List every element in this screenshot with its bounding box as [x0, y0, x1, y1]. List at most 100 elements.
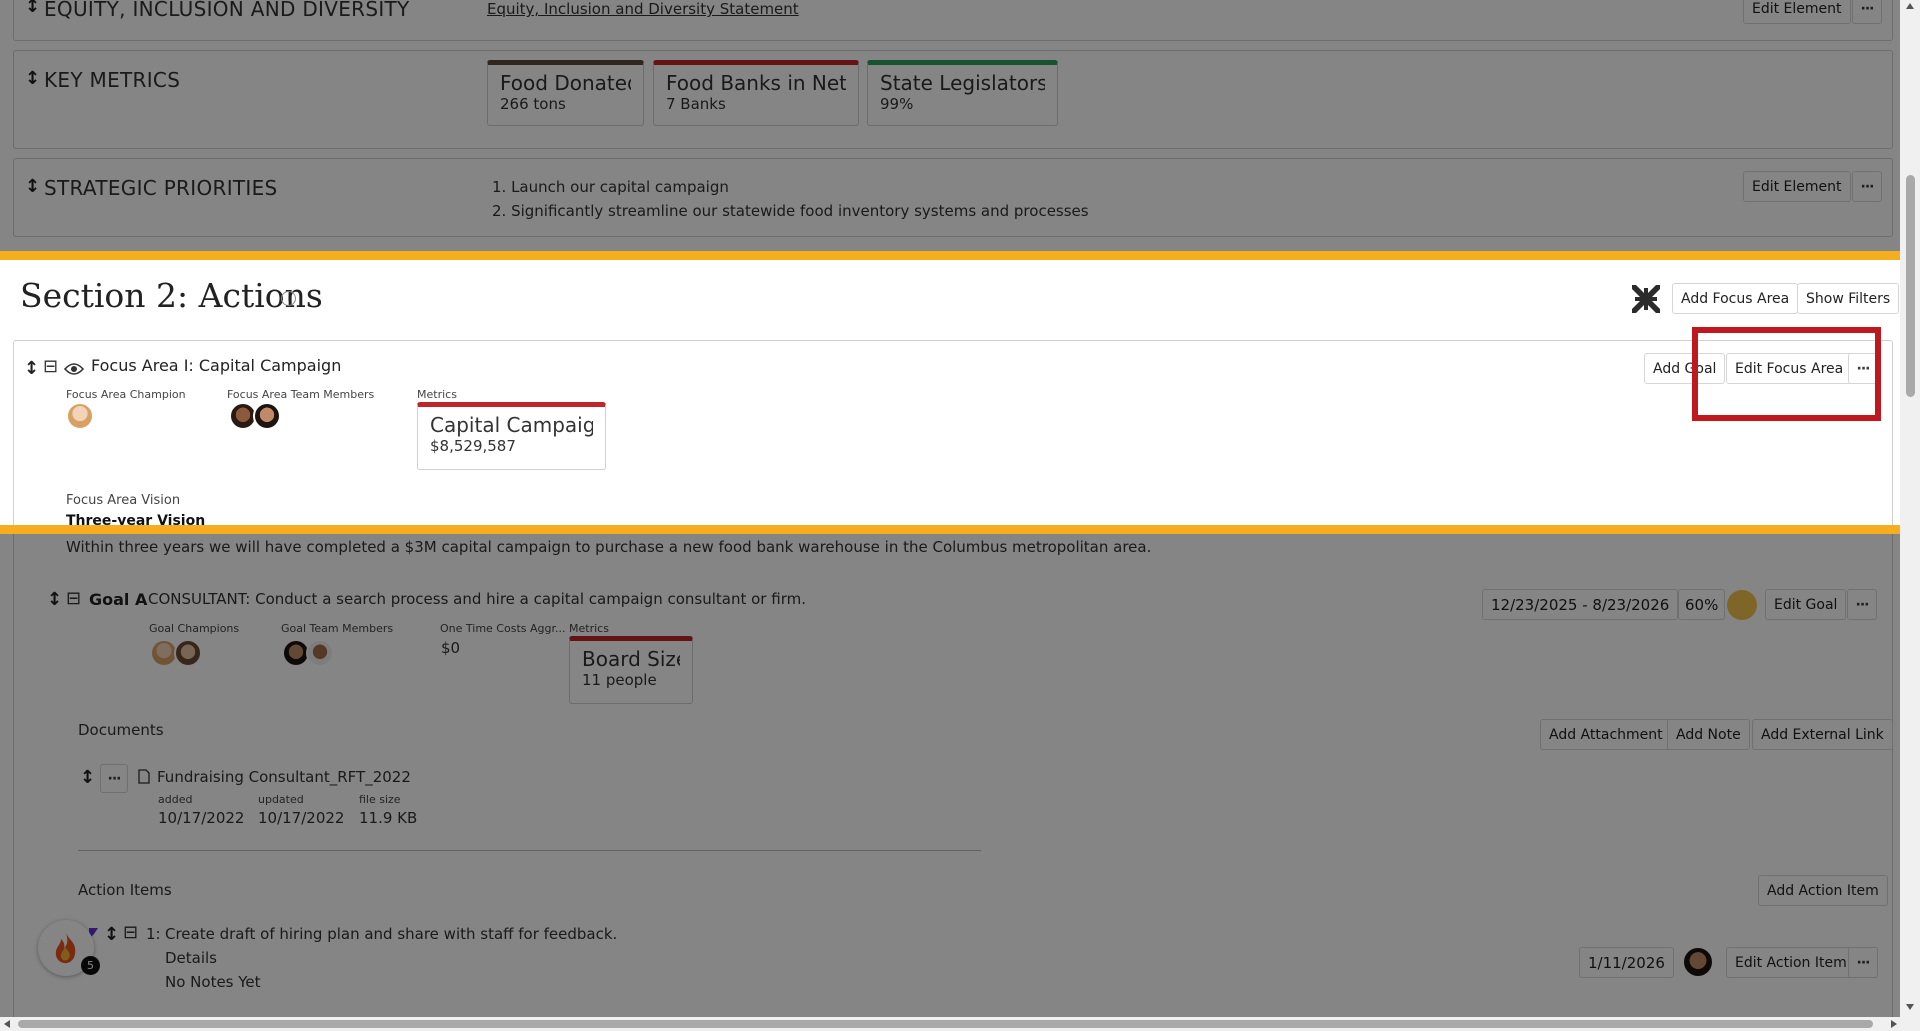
- goal-text: CONSULTANT: Conduct a search process and…: [148, 590, 806, 608]
- horizontal-scrollbar[interactable]: [0, 1017, 1920, 1031]
- one-time-costs-value: $0: [441, 639, 461, 657]
- edit-element-button[interactable]: Edit Element: [1743, 0, 1851, 24]
- metric-value: 7 Banks: [666, 95, 726, 113]
- action-item-notes: No Notes Yet: [165, 973, 261, 991]
- more-options-button[interactable]: ···: [1852, 0, 1882, 24]
- flame-icon: [55, 933, 76, 964]
- divider: [78, 850, 981, 851]
- collapse-all-icon[interactable]: [1630, 283, 1662, 315]
- metric-tile-capital-campaign[interactable]: Capital Campaign $8,529,587: [417, 402, 606, 470]
- metric-tile-board-size[interactable]: Board Size 11 people: [569, 636, 693, 704]
- metric-title: Food Donated: [500, 71, 631, 95]
- more-options-button[interactable]: ···: [100, 764, 128, 793]
- avatar[interactable]: [66, 402, 94, 430]
- vertical-scrollbar[interactable]: [1900, 0, 1920, 1031]
- drag-handle-icon[interactable]: ↕: [25, 0, 40, 17]
- equity-statement-link[interactable]: Equity, Inclusion and Diversity Statemen…: [487, 0, 799, 18]
- vision-text: Within three years we will have complete…: [66, 538, 1152, 556]
- avatar[interactable]: [174, 639, 202, 667]
- scroll-left-arrow-icon[interactable]: [4, 1020, 10, 1028]
- strategic-priorities-element-card: [13, 158, 1893, 237]
- one-time-costs-label: One Time Costs Aggr...: [440, 622, 566, 635]
- focus-area-card: [13, 340, 1893, 1017]
- add-external-link-button[interactable]: Add External Link: [1752, 719, 1893, 750]
- edit-element-button[interactable]: Edit Element: [1743, 171, 1851, 202]
- metric-title: Board Size: [582, 647, 680, 671]
- metric-value: $8,529,587: [430, 437, 516, 455]
- scroll-down-arrow-icon[interactable]: [1906, 1004, 1914, 1010]
- file-icon: [138, 769, 150, 784]
- info-icon[interactable]: i: [281, 291, 296, 306]
- documents-label: Documents: [78, 721, 164, 739]
- focus-area-vision-label: Focus Area Vision: [66, 493, 181, 508]
- horizontal-scrollbar-thumb[interactable]: [18, 1020, 1873, 1028]
- eye-icon[interactable]: [64, 362, 84, 376]
- goal-progress[interactable]: 60%: [1678, 589, 1726, 620]
- action-item-number: 1:: [146, 925, 161, 943]
- add-focus-area-button[interactable]: Add Focus Area: [1672, 283, 1799, 314]
- key-metrics-label: KEY METRICS: [44, 68, 181, 92]
- metric-tile-food-banks[interactable]: Food Banks in Net... 7 Banks: [653, 60, 859, 126]
- focus-area-title: Focus Area I: Capital Campaign: [91, 356, 342, 375]
- add-note-button[interactable]: Add Note: [1667, 719, 1750, 750]
- metric-title: Food Banks in Net...: [666, 71, 846, 95]
- more-options-button[interactable]: ···: [1848, 947, 1878, 978]
- equity-element-label: EQUITY, INCLUSION AND DIVERSITY: [44, 0, 410, 21]
- metric-tile-food-donated[interactable]: Food Donated 266 tons: [487, 60, 644, 126]
- vertical-scrollbar-thumb[interactable]: [1906, 175, 1915, 397]
- avatar[interactable]: [1682, 946, 1714, 978]
- collapse-icon[interactable]: ⊟: [123, 922, 138, 943]
- goal-team-label: Goal Team Members: [281, 622, 394, 635]
- metric-value: 11 people: [582, 671, 657, 689]
- action-item-date[interactable]: 1/11/2026: [1579, 947, 1674, 978]
- drag-handle-icon[interactable]: ↕: [80, 767, 95, 788]
- action-item-details-label: Details: [165, 949, 218, 967]
- strategic-priorities-label: STRATEGIC PRIORITIES: [44, 176, 278, 200]
- metric-title: Capital Campaign: [430, 413, 593, 437]
- notification-count-badge: 5: [81, 956, 100, 975]
- collapse-icon[interactable]: ⊟: [66, 588, 81, 609]
- metric-value: 266 tons: [500, 95, 566, 113]
- edit-action-item-button[interactable]: Edit Action Item: [1726, 947, 1856, 978]
- goal-metrics-label: Metrics: [569, 622, 609, 635]
- focus-band-bottom-line: [0, 525, 1920, 534]
- document-name[interactable]: Fundraising Consultant_RFT_2022: [157, 768, 411, 786]
- metric-value: 99%: [880, 95, 914, 113]
- goal-status-dot[interactable]: [1727, 590, 1757, 620]
- focus-area-team-label: Focus Area Team Members: [227, 388, 375, 401]
- drag-handle-icon[interactable]: ↕: [24, 358, 39, 379]
- goal-date-range[interactable]: 12/23/2025 - 8/23/2026: [1482, 589, 1679, 620]
- more-options-button[interactable]: ···: [1847, 589, 1877, 620]
- document-size: 11.9 KB: [359, 809, 418, 827]
- avatar[interactable]: [306, 639, 334, 667]
- drag-handle-icon[interactable]: ↕: [47, 589, 62, 610]
- drag-handle-icon[interactable]: ↕: [104, 924, 119, 945]
- document-size-label: file size: [359, 793, 401, 806]
- focus-area-metrics-label: Metrics: [417, 388, 457, 401]
- edit-goal-button[interactable]: Edit Goal: [1765, 589, 1847, 620]
- scroll-up-arrow-icon[interactable]: [1906, 3, 1914, 9]
- document-added-label: added: [158, 793, 193, 806]
- metric-title: State Legislators...: [880, 71, 1045, 95]
- page: ↕ EQUITY, INCLUSION AND DIVERSITY Equity…: [0, 0, 1900, 1017]
- drag-handle-icon[interactable]: ↕: [25, 176, 40, 197]
- goal-champions-label: Goal Champions: [149, 622, 240, 635]
- document-updated-label: updated: [258, 793, 304, 806]
- document-updated-date: 10/17/2022: [258, 809, 345, 827]
- add-action-item-button[interactable]: Add Action Item: [1758, 875, 1888, 906]
- show-filters-button[interactable]: Show Filters: [1797, 283, 1900, 314]
- document-added-date: 10/17/2022: [158, 809, 245, 827]
- scroll-right-arrow-icon[interactable]: [1891, 1020, 1897, 1028]
- collapse-icon[interactable]: ⊟: [43, 356, 58, 377]
- strategic-priority-item: 1. Launch our capital campaign: [492, 178, 729, 196]
- section-title: Section 2: Actions: [20, 276, 323, 315]
- strategic-priority-item: 2. Significantly streamline our statewid…: [492, 202, 1089, 220]
- more-options-button[interactable]: ···: [1852, 171, 1882, 202]
- metric-tile-state-legislators[interactable]: State Legislators... 99%: [867, 60, 1058, 126]
- highlight-box: [1692, 327, 1881, 421]
- drag-handle-icon[interactable]: ↕: [25, 68, 40, 89]
- focus-area-champion-label: Focus Area Champion: [66, 388, 186, 401]
- action-items-label: Action Items: [78, 881, 172, 899]
- avatar[interactable]: [253, 402, 281, 430]
- add-attachment-button[interactable]: Add Attachment: [1540, 719, 1672, 750]
